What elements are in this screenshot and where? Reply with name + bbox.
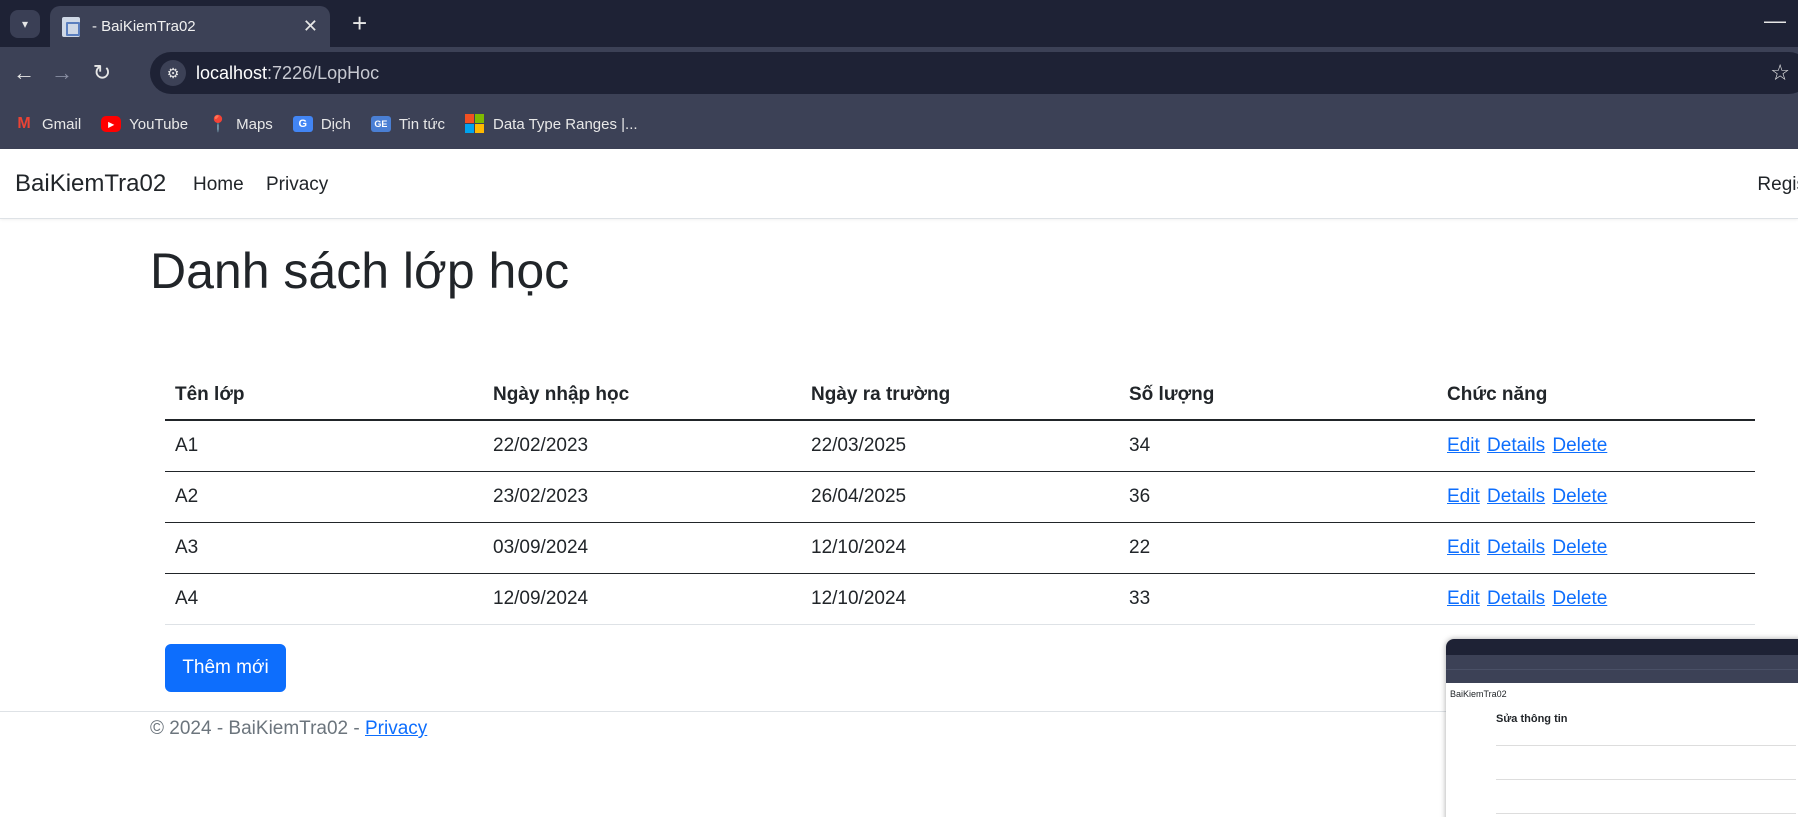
delete-link[interactable]: Delete (1552, 486, 1607, 507)
cell-actions: Edit Details Delete (1437, 522, 1755, 574)
maps-pin-icon: 📍 (208, 116, 229, 133)
bookmarks-bar: M Gmail ▶ YouTube 📍 Maps G Dịch GE Tin tức Da… (0, 99, 1798, 149)
edit-link[interactable]: Edit (1447, 486, 1480, 507)
site-info-icon[interactable]: ⚙ (160, 60, 186, 86)
url-text[interactable]: localhost:7226/LopHoc (196, 63, 379, 84)
cell-name: A3 (165, 522, 483, 574)
address-bar[interactable]: ⚙ localhost:7226/LopHoc (150, 52, 1798, 94)
cell-name: A4 (165, 573, 483, 625)
nav-link-privacy[interactable]: Privacy (266, 174, 328, 196)
cell-actions: Edit Details Delete (1437, 573, 1755, 625)
gmail-icon: M (17, 115, 31, 132)
details-link[interactable]: Details (1487, 435, 1545, 456)
nav-link-home[interactable]: Home (193, 174, 244, 196)
edit-link[interactable]: Edit (1447, 435, 1480, 456)
back-button[interactable]: ← (8, 57, 40, 89)
column-header-start-date: Ngày nhập học (483, 370, 801, 421)
browser-tab[interactable]: - BaiKiemTra02 ✕ (50, 6, 330, 47)
column-header-name: Tên lớp (165, 370, 483, 421)
bookmark-data-type-ranges[interactable]: Data Type Ranges |... (465, 114, 638, 134)
class-list-table: Tên lớp Ngày nhập học Ngày ra trường Số … (165, 370, 1755, 625)
cell-start-date: 22/02/2023 (483, 420, 801, 472)
footer-copyright: © 2024 - BaiKiemTra02 - (150, 718, 365, 739)
footer: © 2024 - BaiKiemTra02 - Privacy (150, 718, 427, 740)
page-favicon-icon (62, 16, 80, 37)
edit-link[interactable]: Edit (1447, 588, 1480, 609)
cell-end-date: 12/10/2024 (801, 522, 1119, 574)
tab-title: - BaiKiemTra02 (92, 18, 196, 35)
bookmark-dich[interactable]: G Dịch (292, 116, 351, 133)
add-new-button[interactable]: Thêm mới (165, 644, 286, 692)
cell-end-date: 22/03/2025 (801, 420, 1119, 472)
close-tab-icon[interactable]: ✕ (303, 16, 318, 37)
table-header-row: Tên lớp Ngày nhập học Ngày ra trường Số … (165, 370, 1755, 421)
cell-actions: Edit Details Delete (1437, 420, 1755, 472)
details-link[interactable]: Details (1487, 537, 1545, 558)
cell-count: 34 (1119, 420, 1437, 472)
microsoft-icon (465, 114, 485, 134)
cell-start-date: 23/02/2023 (483, 471, 801, 523)
footer-privacy-link[interactable]: Privacy (365, 718, 427, 739)
site-navbar: BaiKiemTra02 Home Privacy Regis (0, 149, 1798, 219)
youtube-icon: ▶ (101, 116, 122, 132)
cell-name: A2 (165, 471, 483, 523)
page-title: Danh sách lớp học (150, 243, 570, 299)
screenshot-preview-thumbnail[interactable]: BaiKiemTra02 Sửa thông tin (1446, 639, 1798, 817)
cell-count: 33 (1119, 573, 1437, 625)
cell-start-date: 03/09/2024 (483, 522, 801, 574)
table-row: A3 03/09/2024 12/10/2024 22 Edit Details… (165, 522, 1755, 574)
browser-tab-bar: ▾ - BaiKiemTra02 ✕ + — (0, 0, 1798, 47)
delete-link[interactable]: Delete (1552, 588, 1607, 609)
new-tab-button[interactable]: + (352, 8, 367, 38)
bookmark-star-icon[interactable]: ☆ (1770, 47, 1790, 99)
bookmark-youtube[interactable]: ▶ YouTube (101, 116, 188, 133)
delete-link[interactable]: Delete (1552, 435, 1607, 456)
thumbnail-heading: Sửa thông tin (1496, 713, 1568, 725)
edit-link[interactable]: Edit (1447, 537, 1480, 558)
column-header-end-date: Ngày ra trường (801, 370, 1119, 421)
delete-link[interactable]: Delete (1552, 537, 1607, 558)
table-row: A1 22/02/2023 22/03/2025 34 Edit Details… (165, 420, 1755, 472)
table-row: A2 23/02/2023 26/04/2025 36 Edit Details… (165, 471, 1755, 523)
column-header-actions: Chức năng (1437, 370, 1755, 421)
table-row: A4 12/09/2024 12/10/2024 33 Edit Details… (165, 573, 1755, 625)
minimize-window-button[interactable]: — (1764, 8, 1786, 34)
bookmark-gmail[interactable]: M Gmail (14, 115, 81, 133)
details-link[interactable]: Details (1487, 486, 1545, 507)
news-icon: GE (370, 116, 391, 132)
navbar-brand[interactable]: BaiKiemTra02 (15, 170, 166, 198)
bookmark-maps[interactable]: 📍 Maps (208, 116, 273, 134)
cell-count: 22 (1119, 522, 1437, 574)
nav-link-register[interactable]: Regis (1757, 174, 1798, 196)
details-link[interactable]: Details (1487, 588, 1545, 609)
forward-button[interactable]: → (46, 57, 78, 89)
reload-button[interactable]: ↻ (86, 57, 118, 89)
cell-actions: Edit Details Delete (1437, 471, 1755, 523)
column-header-count: Số lượng (1119, 370, 1437, 421)
tab-search-button[interactable]: ▾ (10, 10, 40, 38)
cell-end-date: 12/10/2024 (801, 573, 1119, 625)
browser-toolbar: ← → ↻ ⚙ localhost:7226/LopHoc (0, 47, 1798, 99)
cell-name: A1 (165, 420, 483, 472)
cell-count: 36 (1119, 471, 1437, 523)
translate-icon: G (292, 116, 313, 132)
bookmark-tin-tuc[interactable]: GE Tin tức (370, 116, 445, 133)
thumbnail-brand: BaiKiemTra02 (1450, 689, 1507, 699)
cell-end-date: 26/04/2025 (801, 471, 1119, 523)
cell-start-date: 12/09/2024 (483, 573, 801, 625)
